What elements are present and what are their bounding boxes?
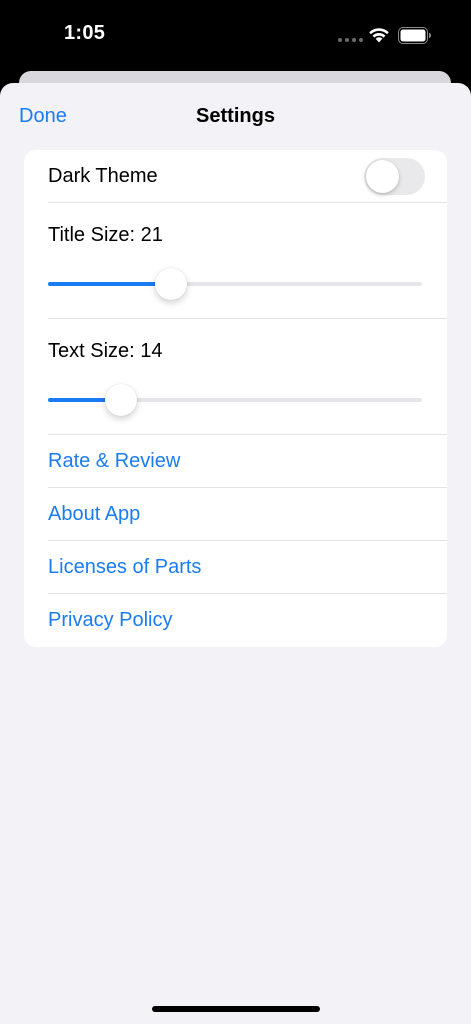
signal-dots-icon [338, 38, 363, 42]
rate-review-label: Rate & Review [48, 450, 181, 472]
settings-group: Dark Theme Title Size: 21 Text Size: 14 [24, 150, 447, 647]
licenses-label: Licenses of Parts [48, 556, 202, 578]
text-size-label: Text Size: 14 [48, 340, 163, 362]
slider-thumb[interactable] [104, 384, 137, 416]
rate-review-link[interactable]: Rate & Review [48, 435, 447, 488]
dark-theme-row: Dark Theme [48, 150, 447, 203]
battery-icon [398, 27, 431, 44]
title-size-row: Title Size: 21 [48, 203, 447, 319]
about-app-link[interactable]: About App [48, 488, 447, 541]
status-bar: 1:05 [0, 0, 471, 70]
status-time: 1:05 [64, 22, 106, 44]
slider-fill [48, 282, 172, 286]
licenses-link[interactable]: Licenses of Parts [48, 541, 447, 594]
page-title: Settings [196, 105, 275, 127]
privacy-policy-label: Privacy Policy [48, 609, 173, 631]
wifi-icon [369, 28, 389, 43]
toggle-knob [366, 160, 399, 193]
text-size-slider[interactable] [48, 384, 422, 416]
screen: 1:05 Done Settings Dark Theme Title Size… [0, 0, 471, 1024]
dark-theme-toggle[interactable] [364, 158, 425, 195]
slider-thumb[interactable] [155, 268, 188, 300]
about-app-label: About App [48, 503, 141, 525]
settings-sheet: Done Settings Dark Theme Title Size: 21 … [0, 83, 471, 1024]
title-size-label: Title Size: 21 [48, 224, 163, 246]
title-size-slider[interactable] [48, 268, 422, 300]
dark-theme-label: Dark Theme [48, 165, 158, 187]
nav-bar: Done Settings [0, 83, 471, 150]
text-size-row: Text Size: 14 [48, 319, 447, 435]
home-indicator [152, 1006, 320, 1012]
privacy-policy-link[interactable]: Privacy Policy [48, 594, 447, 647]
